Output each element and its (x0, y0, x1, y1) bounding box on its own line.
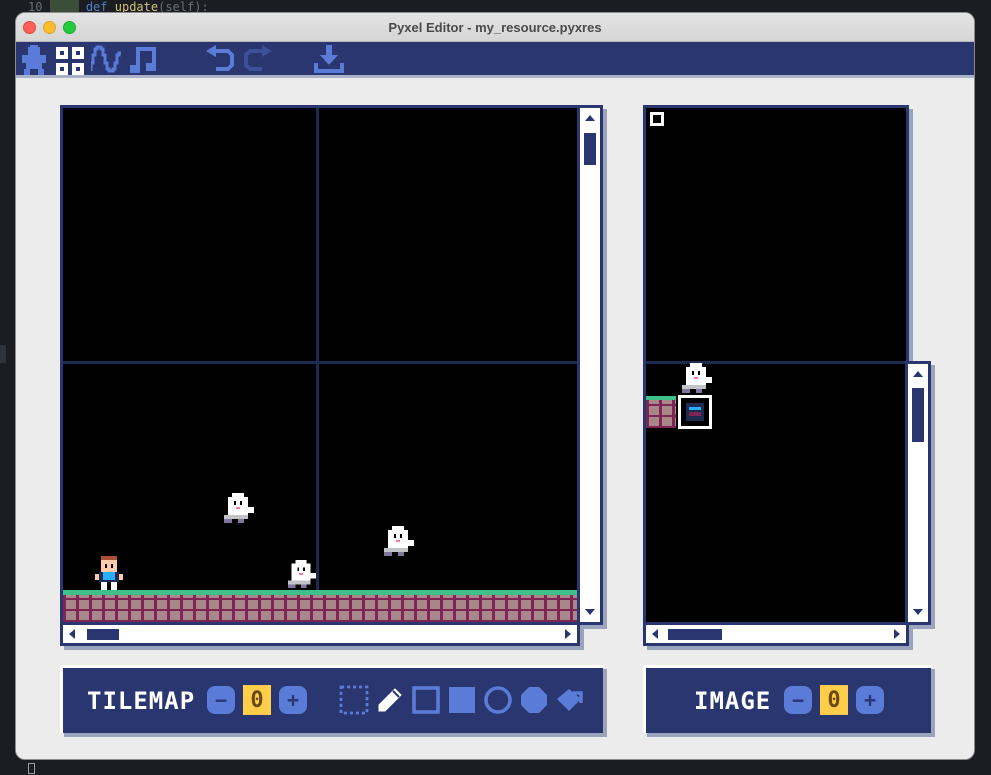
image-ground-tile (646, 398, 676, 428)
ghost-sprite (682, 363, 712, 393)
scroll-right-arrow-icon[interactable] (560, 626, 576, 642)
tilemap-horizontal-scrollbar[interactable] (60, 622, 580, 646)
image-increment-button[interactable]: + (856, 686, 884, 714)
save-icon[interactable] (314, 45, 344, 75)
filled-rectangle-tool-icon[interactable] (447, 685, 477, 715)
image-number[interactable]: 0 (820, 685, 848, 715)
image-editor-icon[interactable] (20, 45, 48, 75)
tilemap-grid-line (316, 108, 319, 622)
background-side-mark (0, 345, 6, 363)
horizontal-scroll-thumb[interactable] (87, 629, 119, 640)
tilemap-increment-button[interactable]: + (279, 686, 307, 714)
circle-tool-icon[interactable] (483, 685, 513, 715)
rectangle-tool-icon[interactable] (411, 685, 441, 715)
ghost-sprite (287, 559, 316, 589)
tilemap-label: TILEMAP (87, 687, 196, 715)
scroll-down-arrow-icon[interactable] (582, 604, 598, 620)
vertical-scroll-thumb[interactable] (912, 388, 924, 442)
redo-icon[interactable] (242, 45, 272, 75)
window-title: Pyxel Editor - my_resource.pyxres (388, 20, 602, 35)
bucket-tool-icon[interactable] (555, 685, 585, 715)
terminal-cursor (28, 763, 35, 774)
filled-circle-tool-icon[interactable] (519, 685, 549, 715)
ghost-sprite (384, 526, 414, 556)
tilemap-editor-icon[interactable] (56, 45, 84, 75)
code-keyword: def (85, 0, 108, 12)
tilemap-grass-strip (63, 590, 577, 595)
scroll-left-arrow-icon[interactable] (647, 626, 663, 642)
scroll-left-arrow-icon[interactable] (64, 626, 80, 642)
select-tool-icon[interactable] (339, 685, 369, 715)
sound-editor-icon[interactable] (91, 45, 121, 75)
editor-toolbar (16, 42, 974, 78)
tile-selection-cursor[interactable] (678, 395, 712, 429)
tilemap-number[interactable]: 0 (243, 685, 271, 715)
title-bar: Pyxel Editor - my_resource.pyxres (16, 13, 974, 42)
code-rest: (self): (158, 0, 209, 12)
horizontal-scroll-thumb[interactable] (668, 629, 722, 640)
ghost-sprite (224, 493, 254, 523)
pencil-tool-icon[interactable] (375, 685, 405, 715)
image-canvas[interactable] (643, 105, 909, 625)
minus-icon: − (791, 688, 805, 712)
scroll-right-arrow-icon[interactable] (889, 626, 905, 642)
background-code-line: 10 .... def update(self): (28, 0, 209, 12)
plus-icon: + (286, 688, 300, 712)
line-number: 10 (28, 0, 43, 12)
scroll-up-arrow-icon[interactable] (582, 110, 598, 126)
editor-canvas-area: TILEMAP − 0 + IMAGE − 0 + (16, 81, 974, 759)
minus-icon: − (214, 688, 228, 712)
vertical-scroll-thumb[interactable] (584, 133, 596, 165)
player-sprite (95, 556, 123, 590)
tilemap-canvas[interactable] (60, 105, 580, 625)
scroll-up-arrow-icon[interactable] (910, 366, 926, 382)
image-vertical-scrollbar[interactable] (905, 361, 931, 625)
undo-icon[interactable] (206, 45, 236, 75)
tilemap-vertical-scrollbar[interactable] (577, 105, 603, 625)
tilemap-control-bar: TILEMAP − 0 + (60, 665, 603, 733)
tilemap-grid-line (63, 361, 577, 364)
image-grass-strip (646, 396, 676, 400)
music-editor-icon[interactable] (128, 45, 158, 75)
tilemap-decrement-button[interactable]: − (207, 686, 235, 714)
image-label: IMAGE (694, 687, 772, 715)
image-control-bar: IMAGE − 0 + (643, 665, 931, 733)
image-decrement-button[interactable]: − (784, 686, 812, 714)
scroll-down-arrow-icon[interactable] (910, 604, 926, 620)
pyxel-editor-window: Pyxel Editor - my_resource.pyxres TILEMA… (15, 12, 975, 760)
image-horizontal-scrollbar[interactable] (643, 622, 909, 646)
image-origin-marker (650, 112, 664, 126)
code-function: update (114, 0, 159, 12)
plus-icon: + (863, 688, 877, 712)
tilemap-ground-tiles (63, 592, 577, 622)
